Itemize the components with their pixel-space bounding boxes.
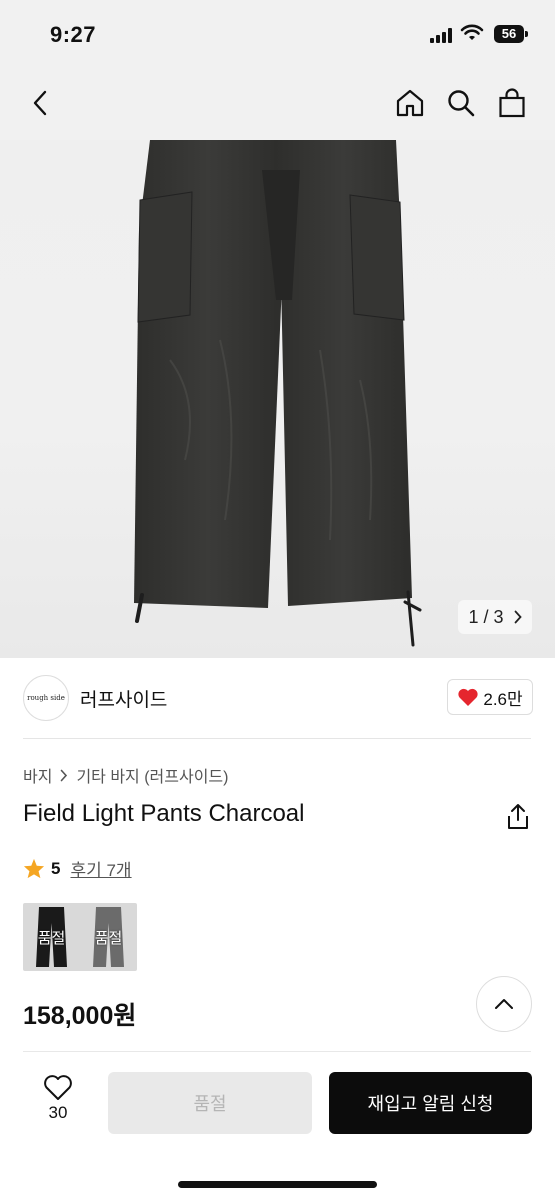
product-image[interactable] [0, 140, 555, 658]
star-icon [23, 858, 45, 879]
color-options: 품절 품절 [23, 903, 137, 971]
breadcrumb: 바지 기타 바지 (러프사이드) [23, 763, 228, 787]
wifi-icon [460, 24, 484, 47]
scroll-to-top-button[interactable] [476, 976, 532, 1032]
image-counter[interactable]: 1 / 3 [458, 600, 532, 634]
product-price: 158,000원 [23, 1002, 137, 1030]
cellular-signal-icon [430, 27, 452, 43]
breadcrumb-category[interactable]: 바지 [23, 763, 52, 787]
home-icon[interactable] [390, 83, 430, 123]
brand-like-count: 2.6만 [483, 689, 523, 709]
image-counter-separator: / [483, 606, 489, 627]
rating-summary: 5 후기 7개 [23, 856, 132, 881]
image-counter-total: 3 [493, 606, 504, 627]
heart-outline-icon [44, 1075, 72, 1100]
search-icon[interactable] [441, 83, 481, 123]
chevron-right-icon [61, 769, 68, 781]
color-option-charcoal[interactable]: 품절 [80, 903, 137, 971]
product-title: Field Light Pants Charcoal [23, 800, 305, 827]
share-icon[interactable] [505, 803, 531, 831]
shopping-bag-icon[interactable] [492, 83, 532, 123]
restock-alert-button[interactable]: 재입고 알림 신청 [329, 1072, 532, 1134]
chevron-up-icon [495, 999, 513, 1009]
brand-name[interactable]: 러프사이드 [80, 685, 167, 712]
image-counter-current: 1 [468, 606, 479, 627]
breadcrumb-subcategory[interactable]: 기타 바지 (러프사이드) [76, 763, 228, 787]
review-count-link[interactable]: 후기 7개 [70, 856, 131, 881]
color-option-black[interactable]: 품절 [23, 903, 80, 971]
divider [23, 1051, 531, 1052]
heart-filled-icon [458, 688, 478, 706]
soldout-overlay: 품절 [94, 930, 123, 947]
wishlist-button[interactable]: 30 [30, 1074, 86, 1134]
pants-illustration [134, 140, 422, 647]
battery-cap [525, 31, 528, 37]
soldout-button[interactable]: 품절 [108, 1072, 312, 1134]
brand-logo[interactable]: rough side [23, 675, 69, 721]
wishlist-count: 30 [48, 1103, 68, 1122]
chevron-right-icon [514, 610, 522, 624]
status-time: 9:27 [50, 22, 97, 47]
battery-level: 56 [494, 25, 524, 43]
soldout-overlay: 품절 [37, 930, 66, 947]
back-icon[interactable] [20, 83, 60, 123]
brand-like-button[interactable]: 2.6만 [447, 679, 533, 715]
divider [23, 738, 531, 739]
home-indicator [178, 1181, 377, 1188]
rating-score: 5 [51, 858, 61, 878]
